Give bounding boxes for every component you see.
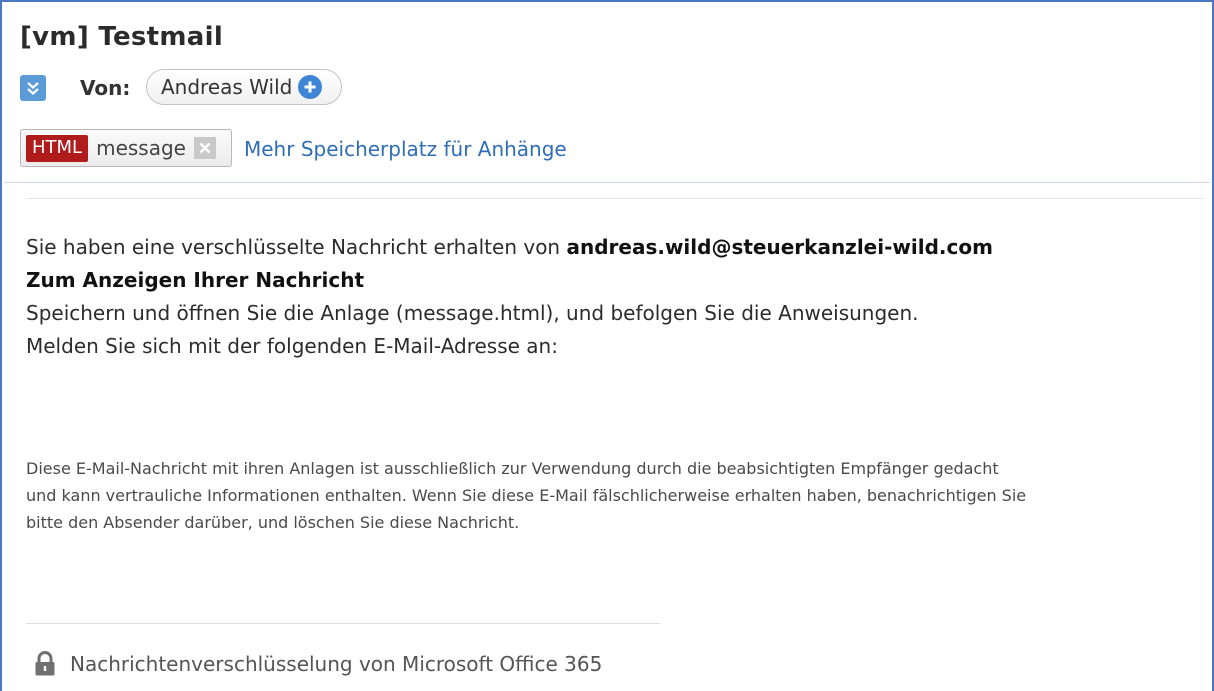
more-storage-link[interactable]: Mehr Speicherplatz für Anhänge (244, 137, 567, 161)
intro-text: Sie haben eine verschlüsselte Nachricht … (26, 235, 561, 259)
body-divider (26, 198, 1204, 199)
close-icon[interactable] (193, 137, 216, 159)
attachment-name[interactable]: message (96, 136, 186, 160)
chevron-double-down-icon (27, 82, 39, 95)
sender-name: Andreas Wild (161, 75, 293, 99)
from-label: Von: (80, 76, 131, 100)
attachment-type-badge: HTML (26, 134, 89, 162)
disclaimer-line-2: und kann vertrauliche Informationen enth… (26, 486, 1027, 505)
email-reading-pane: [vm] Testmail Von: Andreas Wild HTML mes… (0, 0, 1214, 691)
message-body: Sie haben eine verschlüsselte Nachricht … (26, 231, 1206, 363)
add-contact-icon[interactable] (298, 75, 323, 99)
plus-icon (304, 81, 316, 93)
disclaimer: Diese E-Mail-Nachricht mit ihren Anlagen… (26, 455, 1206, 536)
disclaimer-line-1: Diese E-Mail-Nachricht mit ihren Anlagen… (26, 459, 999, 478)
body-heading: Zum Anzeigen Ihrer Nachricht (26, 268, 365, 292)
disclaimer-line-3: bitte den Absender darüber, und löschen … (26, 513, 520, 532)
footer-divider (26, 623, 660, 624)
encryption-footer-text: Nachrichtenverschlüsselung von Microsoft… (70, 652, 603, 676)
sender-chip[interactable]: Andreas Wild (146, 69, 342, 105)
expand-icon[interactable] (20, 75, 46, 101)
header-divider (4, 182, 1210, 183)
instruction-sign-in: Melden Sie sich mit der folgenden E-Mail… (26, 334, 558, 358)
attachment-chip[interactable]: HTML message (20, 129, 232, 167)
x-mark-icon (199, 142, 211, 154)
encryption-footer: Nachrichtenverschlüsselung von Microsoft… (34, 651, 602, 677)
sender-email: andreas.wild@steuerkanzlei-wild.com (566, 235, 993, 259)
lock-icon (34, 651, 56, 677)
email-subject: [vm] Testmail (20, 22, 224, 52)
intro-line: Sie haben eine verschlüsselte Nachricht … (26, 231, 1206, 264)
instruction-open-attachment: Speichern und öffnen Sie die Anlage (mes… (26, 301, 919, 325)
